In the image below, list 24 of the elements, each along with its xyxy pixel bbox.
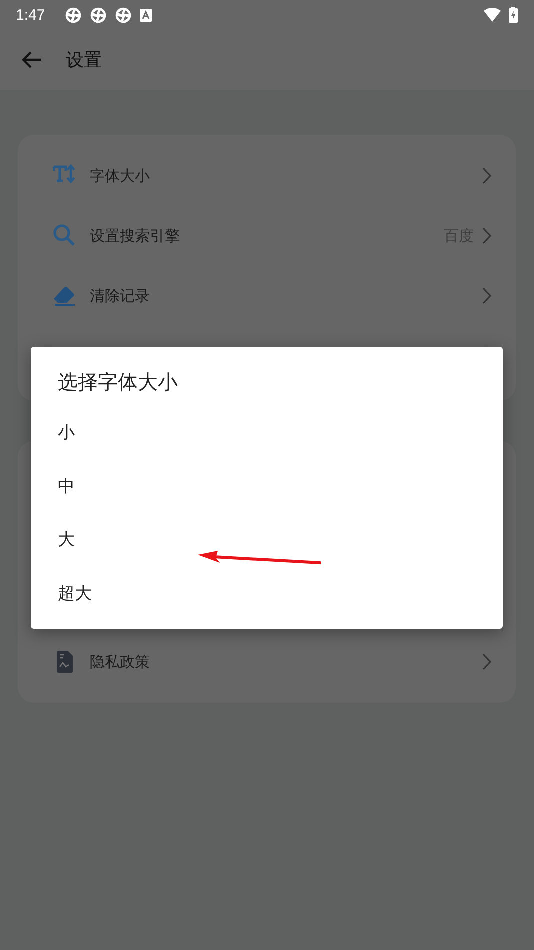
dialog-option[interactable]: 大	[31, 513, 503, 566]
chevron-icon	[482, 167, 492, 185]
back-icon[interactable]	[22, 51, 42, 69]
wifi-icon	[484, 8, 501, 22]
chevron-icon	[482, 653, 492, 671]
keyboard-icon	[140, 8, 152, 22]
notification-icon	[115, 6, 132, 24]
search-icon	[53, 224, 77, 248]
dialog-option[interactable]: 超大	[31, 566, 503, 620]
eraser-icon	[53, 284, 77, 308]
chevron-icon	[482, 287, 492, 305]
page-title: 设置	[66, 49, 102, 72]
dialog-title: 选择字体大小	[57, 369, 179, 396]
dialog-option[interactable]: 中	[31, 460, 503, 513]
row-label: 字体大小	[90, 166, 151, 186]
dialog-option[interactable]: 小	[31, 406, 503, 460]
notification-icon	[65, 6, 82, 24]
row-label: 清除记录	[90, 286, 151, 306]
battery-icon	[509, 7, 518, 23]
notification-icon	[90, 6, 108, 24]
row-label: 隐私政策	[90, 652, 151, 672]
chevron-icon	[482, 227, 492, 245]
row-label: 设置搜索引擎	[90, 226, 181, 246]
status-time: 1:47	[16, 6, 46, 24]
